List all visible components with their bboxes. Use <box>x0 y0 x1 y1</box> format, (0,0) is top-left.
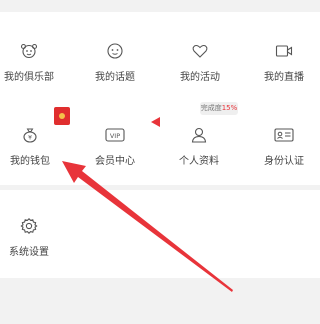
system-settings-label: 系统设置 <box>9 247 49 258</box>
my-topic-label: 我的话题 <box>95 72 135 83</box>
vip-center-item[interactable]: VIP 会员中心 <box>75 123 155 167</box>
completion-prefix: 完成度 <box>200 104 222 112</box>
svg-text:¥: ¥ <box>28 135 32 142</box>
gear-icon <box>0 214 69 238</box>
club-icon <box>0 39 69 63</box>
my-wallet-label: 我的钱包 <box>10 156 50 167</box>
svg-text:VIP: VIP <box>110 132 120 140</box>
red-pointer-icon <box>151 117 160 127</box>
vip-center-label: 会员中心 <box>95 156 135 167</box>
id-card-icon <box>244 123 320 147</box>
profile-completion-badge: 完成度15% <box>200 102 238 115</box>
my-club-label: 我的俱乐部 <box>4 72 54 83</box>
heart-icon <box>160 39 240 63</box>
my-activity-label: 我的活动 <box>180 72 220 83</box>
vip-icon: VIP <box>75 123 155 147</box>
system-settings-item[interactable]: 系统设置 <box>0 214 69 258</box>
my-live-label: 我的直播 <box>264 72 304 83</box>
my-wallet-item[interactable]: ¥ 我的钱包 <box>0 123 70 167</box>
topic-icon <box>75 39 155 63</box>
personal-profile-item[interactable]: 个人资料 <box>159 123 239 167</box>
my-activity-item[interactable]: 我的活动 <box>160 39 240 83</box>
identity-verification-label: 身份认证 <box>264 156 304 167</box>
wallet-icon: ¥ <box>0 123 70 147</box>
personal-profile-label: 个人资料 <box>179 156 219 167</box>
my-club-item[interactable]: 我的俱乐部 <box>0 39 69 83</box>
completion-percent: 15% <box>221 104 238 112</box>
live-camera-icon <box>244 39 320 63</box>
identity-verification-item[interactable]: 身份认证 <box>244 123 320 167</box>
red-envelope-icon[interactable] <box>54 107 70 125</box>
profile-icon <box>159 123 239 147</box>
my-live-item[interactable]: 我的直播 <box>244 39 320 83</box>
my-topic-item[interactable]: 我的话题 <box>75 39 155 83</box>
